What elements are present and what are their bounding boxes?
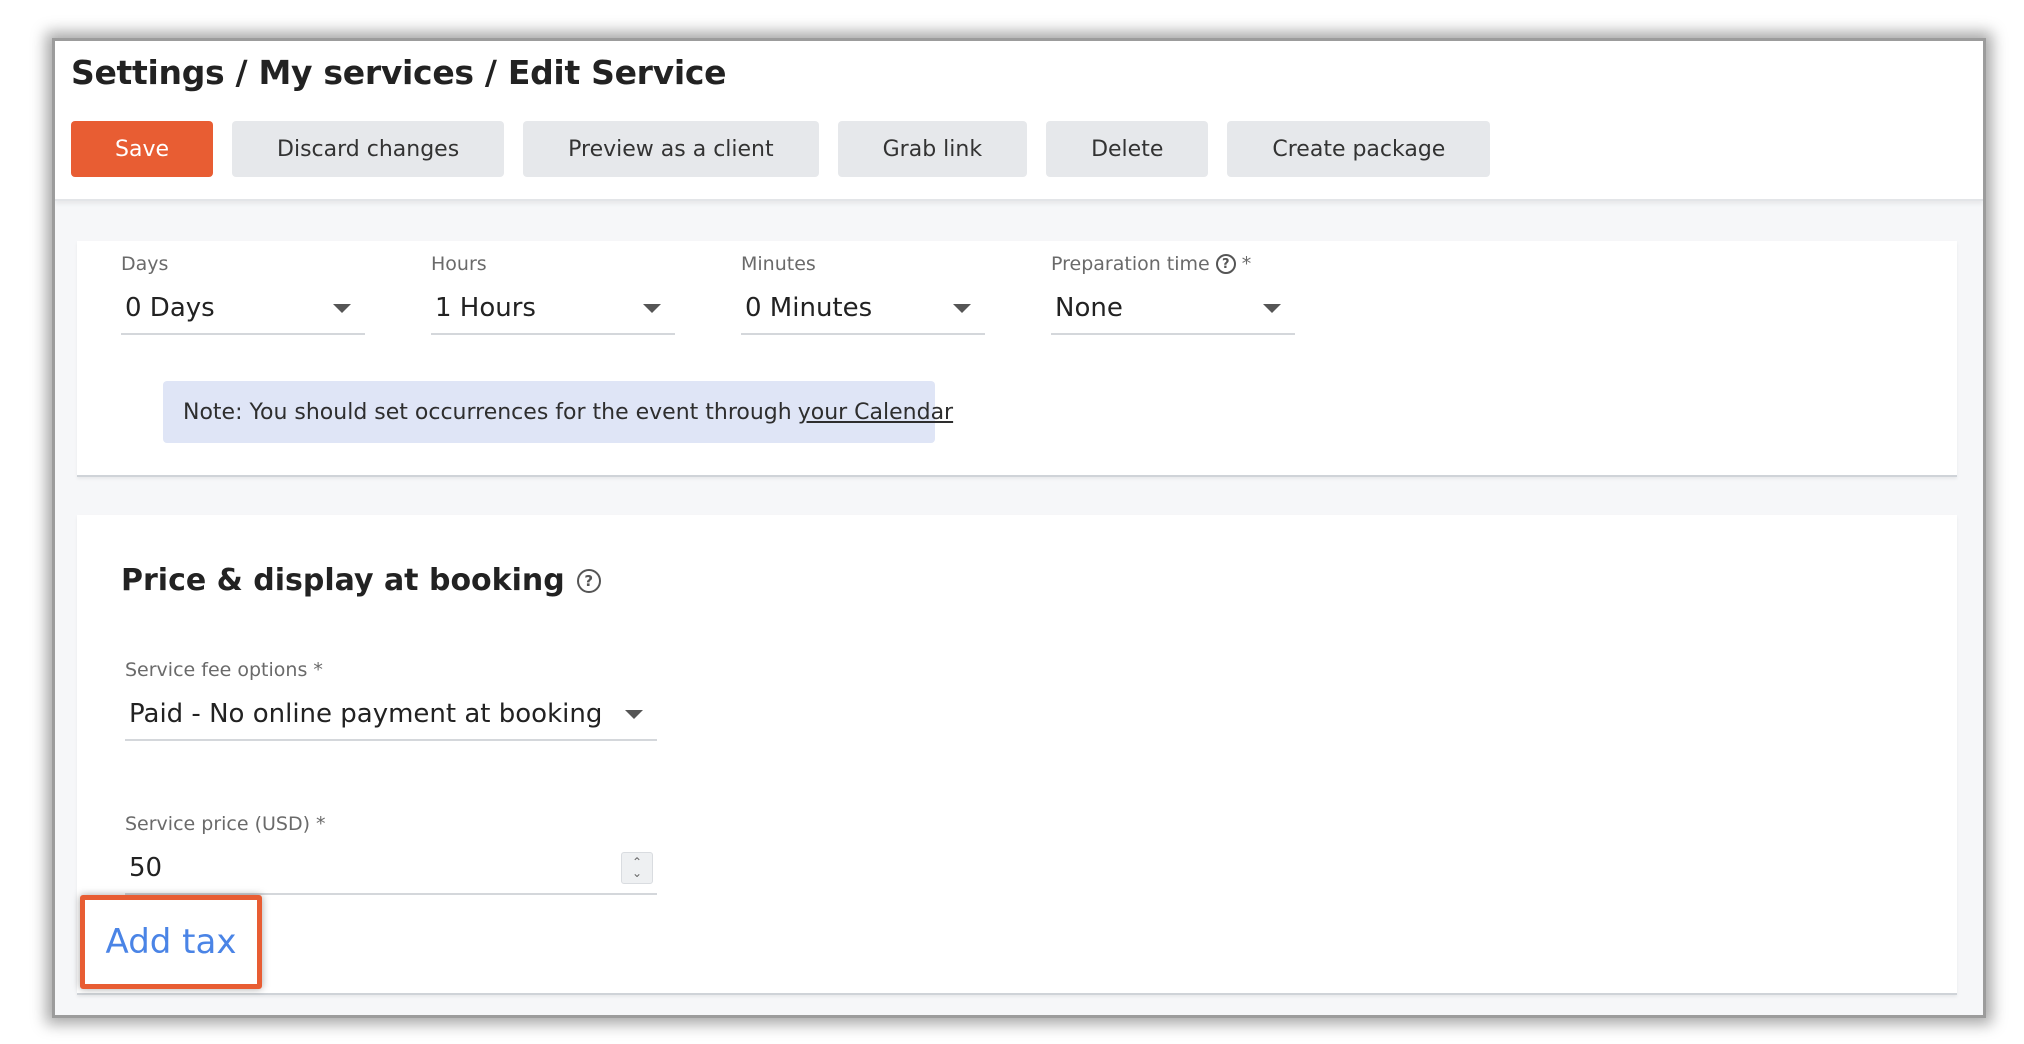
delete-button[interactable]: Delete (1046, 121, 1209, 177)
preview-as-client-button[interactable]: Preview as a client (523, 121, 819, 177)
service-price-value: 50 (129, 853, 163, 883)
preparation-time-select[interactable]: None (1051, 289, 1295, 335)
hours-select[interactable]: 1 Hours (431, 289, 675, 335)
preparation-time-label-text: Preparation time (1051, 253, 1210, 275)
page-header: Settings / My services / Edit Service Sa… (55, 41, 1983, 201)
question-circle-icon[interactable]: ? (576, 568, 601, 593)
save-button[interactable]: Save (71, 121, 214, 177)
hours-field: Hours 1 Hours (431, 253, 675, 335)
days-label: Days (121, 253, 169, 275)
days-value: 0 Days (125, 293, 215, 323)
breadcrumb: Settings / My services / Edit Service (71, 53, 727, 92)
create-package-button[interactable]: Create package (1227, 121, 1491, 177)
required-mark: * (1241, 253, 1252, 275)
service-fee-options-label: Service fee options * (125, 659, 323, 681)
caret-down-icon (643, 303, 661, 313)
hours-label: Hours (431, 253, 487, 275)
note-text: Note: You should set occurrences for the… (183, 399, 792, 425)
up-down-stepper-icon[interactable]: ⌃ ⌄ (621, 852, 653, 884)
section-title: Price & display at booking ? (121, 563, 601, 598)
preparation-time-value: None (1055, 293, 1123, 323)
caret-down-icon (333, 303, 351, 313)
service-fee-options-value: Paid - No online payment at booking (129, 699, 603, 729)
service-fee-options-field: Service fee options * Paid - No online p… (125, 659, 657, 741)
calendar-note: Note: You should set occurrences for the… (163, 381, 953, 443)
add-tax-link[interactable]: Add tax (106, 922, 237, 962)
app-window: Settings / My services / Edit Service Sa… (52, 38, 1986, 1018)
minutes-field: Minutes 0 Minutes (741, 253, 985, 335)
your-calendar-link[interactable]: your Calendar (798, 400, 953, 425)
duration-card: Days 0 Days Hours 1 Hours Minutes 0 Minu… (77, 241, 1957, 477)
caret-down-icon (1263, 303, 1281, 313)
question-circle-icon[interactable]: ? (1215, 254, 1236, 274)
hours-value: 1 Hours (435, 293, 536, 323)
service-price-label: Service price (USD) * (125, 813, 326, 835)
caret-down-icon (953, 303, 971, 313)
minutes-label: Minutes (741, 253, 816, 275)
preparation-time-label: Preparation time ? * (1051, 253, 1295, 275)
caret-down-icon (625, 709, 643, 719)
section-title-text: Price & display at booking (121, 563, 565, 598)
price-display-card: Price & display at booking ? Service fee… (77, 515, 1957, 995)
preparation-time-field: Preparation time ? * None (1051, 253, 1295, 335)
service-price-input[interactable]: 50 ⌃ ⌄ (125, 849, 657, 895)
discard-changes-button[interactable]: Discard changes (232, 121, 505, 177)
service-price-field: Service price (USD) * 50 ⌃ ⌄ (125, 813, 657, 895)
days-field: Days 0 Days (121, 253, 365, 335)
add-tax-highlight: Add tax (80, 895, 262, 989)
minutes-value: 0 Minutes (745, 293, 873, 323)
toolbar: Save Discard changes Preview as a client… (71, 121, 1491, 177)
service-fee-options-select[interactable]: Paid - No online payment at booking (125, 695, 657, 741)
days-select[interactable]: 0 Days (121, 289, 365, 335)
minutes-select[interactable]: 0 Minutes (741, 289, 985, 335)
grab-link-button[interactable]: Grab link (837, 121, 1028, 177)
